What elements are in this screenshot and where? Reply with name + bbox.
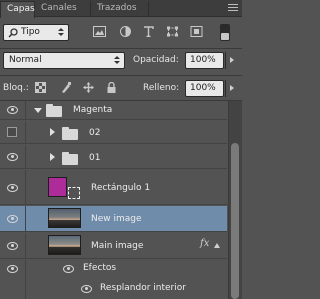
updown-arrows-icon — [58, 27, 64, 38]
tab-canales-label: Canales — [41, 3, 77, 13]
layer-row-02[interactable]: 02 — [0, 121, 227, 144]
opacity-field[interactable]: 100% — [185, 52, 224, 69]
fill-label: Relleno: — [143, 83, 180, 93]
lock-all-icon[interactable] — [106, 82, 117, 93]
layers-panel: Capas Canales Trazados Tipo Normal Opaci… — [0, 0, 242, 299]
visibility-cell[interactable] — [0, 145, 26, 168]
search-icon — [8, 28, 18, 38]
visibility-cell[interactable] — [0, 233, 26, 258]
layer-thumbnail[interactable] — [48, 208, 81, 228]
adjustment-layer-filter-icon[interactable] — [119, 26, 132, 37]
layers-list: Magenta 02 01 Rectángulo 1 New image Mai… — [0, 101, 227, 299]
pixel-layer-filter-icon[interactable] — [93, 26, 106, 37]
tab-trazados[interactable]: Trazados — [91, 1, 149, 17]
visibility-cell[interactable] — [0, 170, 26, 204]
layer-name: New image — [91, 214, 142, 224]
lock-transparent-pixels-icon[interactable] — [35, 82, 46, 93]
fill-slider-button[interactable] — [225, 80, 237, 97]
chevron-up-icon[interactable] — [214, 243, 220, 248]
filter-kind-dropdown[interactable]: Tipo — [3, 24, 69, 41]
eye-icon[interactable] — [63, 265, 74, 273]
layer-row-magenta[interactable]: Magenta — [0, 101, 227, 120]
opacity-slider-button[interactable] — [225, 52, 237, 69]
fill-field[interactable]: 100% — [185, 80, 224, 97]
lock-label: Bloq.: — [3, 83, 29, 93]
effect-name: Resplandor interior — [100, 283, 186, 293]
layer-name: Rectángulo 1 — [91, 183, 151, 193]
chevron-right-icon[interactable] — [50, 128, 55, 136]
visibility-off-box[interactable] — [7, 127, 17, 137]
vector-mask-icon[interactable] — [68, 187, 80, 199]
type-layer-filter-icon[interactable] — [142, 26, 155, 37]
eye-icon[interactable] — [81, 285, 92, 293]
visibility-cell[interactable] — [0, 101, 26, 119]
layer-name: 01 — [89, 153, 101, 163]
eye-icon[interactable] — [7, 153, 18, 161]
effects-label: Efectos — [83, 263, 117, 273]
shape-layer-filter-icon[interactable] — [166, 26, 179, 37]
blend-mode-value: Normal — [9, 55, 42, 65]
opacity-label: Opacidad: — [133, 55, 179, 65]
lock-position-icon[interactable] — [83, 82, 94, 93]
layer-thumbnail[interactable] — [48, 177, 67, 197]
lock-image-pixels-icon[interactable] — [61, 82, 72, 93]
layer-name: Magenta — [73, 105, 113, 115]
layer-effect-inner-glow[interactable]: Resplandor interior — [0, 279, 227, 299]
eye-icon[interactable] — [7, 242, 18, 250]
panel-tab-bar: Capas Canales Trazados — [0, 0, 242, 18]
filter-kind-value: Tipo — [21, 27, 40, 37]
layers-scrollbar-thumb[interactable] — [231, 143, 239, 299]
layer-effects-header[interactable]: Efectos — [0, 260, 227, 279]
visibility-cell[interactable] — [0, 260, 26, 279]
fx-icon[interactable]: fx — [200, 238, 209, 249]
chevron-right-icon[interactable] — [50, 153, 55, 161]
tab-canales[interactable]: Canales — [35, 1, 91, 17]
layer-row-rectangulo-1[interactable]: Rectángulo 1 — [0, 170, 227, 205]
tab-trazados-label: Trazados — [97, 3, 137, 13]
visibility-cell[interactable] — [0, 279, 26, 299]
updown-arrows-icon — [114, 55, 120, 66]
layer-name: 02 — [89, 128, 101, 138]
fill-value: 100% — [190, 83, 216, 93]
layer-row-01[interactable]: 01 — [0, 145, 227, 169]
chevron-down-icon[interactable] — [34, 108, 42, 113]
smart-object-filter-icon[interactable] — [190, 26, 203, 37]
folder-icon — [62, 152, 78, 165]
eye-icon[interactable] — [7, 106, 18, 114]
folder-icon — [46, 104, 62, 117]
visibility-cell[interactable] — [0, 206, 26, 231]
filter-toggle-switch[interactable] — [220, 24, 230, 41]
panel-menu-icon[interactable] — [228, 3, 238, 13]
layer-thumbnail[interactable] — [48, 235, 81, 255]
tab-capas[interactable]: Capas — [0, 1, 35, 18]
folder-icon — [62, 127, 78, 140]
opacity-value: 100% — [190, 55, 216, 65]
layer-row-main-image[interactable]: Main image fx — [0, 233, 227, 259]
eye-icon[interactable] — [7, 265, 18, 273]
layer-row-new-image[interactable]: New image — [0, 206, 227, 232]
eye-icon[interactable] — [7, 215, 18, 223]
tab-capas-label: Capas — [7, 4, 35, 14]
eye-icon[interactable] — [7, 184, 18, 192]
blend-mode-dropdown[interactable]: Normal — [3, 52, 125, 69]
visibility-cell[interactable] — [0, 121, 26, 143]
separator — [0, 48, 242, 49]
separator — [0, 75, 242, 76]
layer-name: Main image — [91, 241, 144, 251]
